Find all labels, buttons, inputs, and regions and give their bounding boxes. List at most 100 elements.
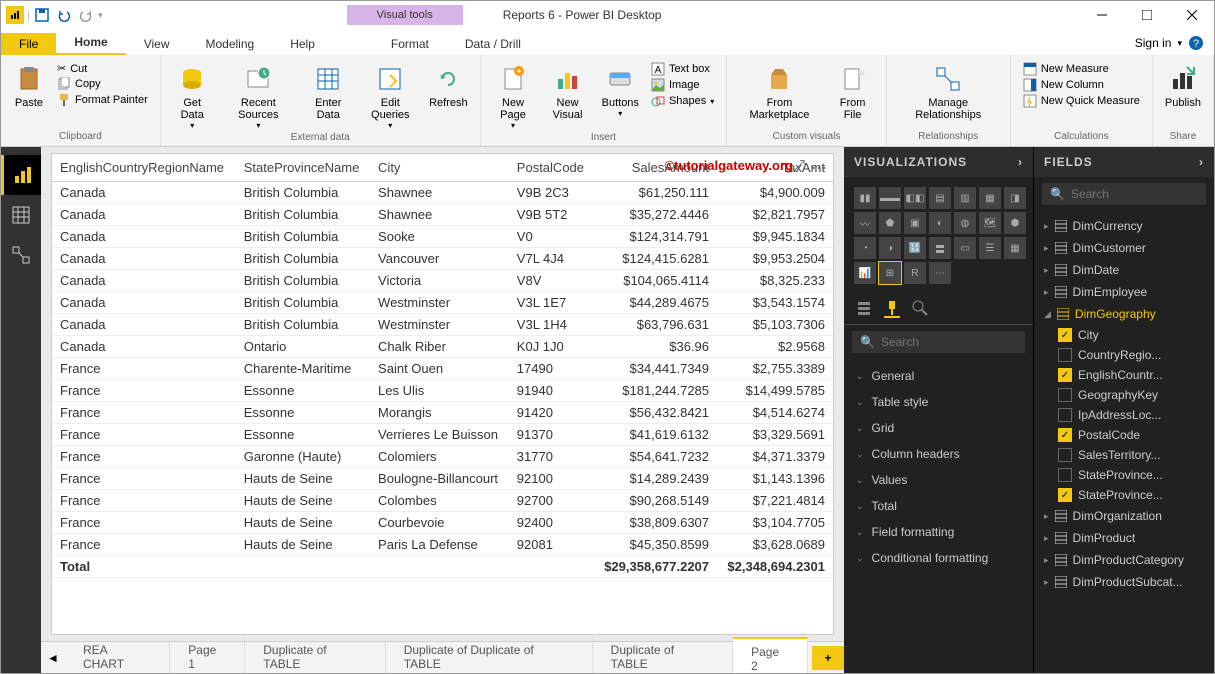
shapes-button[interactable]: Shapes▾ [647,93,718,109]
format-tab[interactable]: Format [373,33,447,55]
fields-header[interactable]: FIELDS› [1034,147,1214,177]
viz-type-icon[interactable]: 〓 [929,237,951,259]
image-button[interactable]: Image [647,77,718,93]
undo-icon[interactable] [54,5,74,25]
format-section[interactable]: ⌄Field formatting [844,519,1033,545]
field-table[interactable]: ◢DimGeography [1034,303,1214,325]
field-item[interactable]: SalesTerritory... [1034,445,1214,465]
file-tab[interactable]: File [1,33,56,55]
buttons-button[interactable]: Buttons▾ [598,61,643,120]
get-data-button[interactable]: Get Data▾ [169,61,216,132]
format-section[interactable]: ⌄Column headers [844,441,1033,467]
viz-type-icon[interactable]: 🗺 [979,212,1001,234]
report-view-icon[interactable] [1,155,41,195]
viz-type-icon[interactable]: ▬▬ [879,187,901,209]
field-item[interactable]: ✓City [1034,325,1214,345]
table-row[interactable]: CanadaBritish ColumbiaWestminsterV3L 1E7… [52,292,833,314]
field-table[interactable]: ▸DimCustomer [1034,237,1214,259]
viz-type-icon[interactable]: ◨ [1004,187,1026,209]
table-row[interactable]: CanadaOntarioChalk RiberK0J 1J0$36.96$2.… [52,336,833,358]
table-row[interactable]: CanadaBritish ColumbiaVictoriaV8V$104,06… [52,270,833,292]
table-row[interactable]: FranceEssonneMorangis91420$56,432.8421$4… [52,402,833,424]
add-page-button[interactable]: + [812,646,844,670]
page-tab[interactable]: Page 2 [733,637,808,674]
field-checkbox[interactable] [1058,468,1072,482]
table-row[interactable]: FranceEssonneVerrieres Le Buisson91370$4… [52,424,833,446]
page-tab[interactable]: Duplicate of TABLE [593,637,733,674]
format-section[interactable]: ⌄Total [844,493,1033,519]
field-item[interactable]: ✓StateProvince... [1034,485,1214,505]
viz-type-icon[interactable]: ▦ [979,187,1001,209]
viz-search[interactable]: 🔍 [852,331,1025,353]
copy-button[interactable]: Copy [53,76,152,92]
page-tab[interactable]: Duplicate of TABLE [245,637,385,674]
maximize-button[interactable] [1124,1,1169,29]
edit-queries-button[interactable]: Edit Queries▾ [360,61,422,132]
model-view-icon[interactable] [1,235,41,275]
page-tab[interactable]: REA CHART [65,637,170,674]
redo-icon[interactable] [76,5,96,25]
page-tab[interactable]: Duplicate of Duplicate of TABLE [386,637,593,674]
table-row[interactable]: FranceGaronne (Haute)Colomiers31770$54,6… [52,446,833,468]
fields-search[interactable]: 🔍 [1042,183,1206,205]
format-section[interactable]: ⌄Conditional formatting [844,545,1033,571]
viz-type-icon[interactable]: ▣ [904,212,926,234]
table-row[interactable]: CanadaBritish ColumbiaShawneeV9B 5T2$35,… [52,204,833,226]
scroll-left-icon[interactable]: ◄ [41,651,65,665]
paste-button[interactable]: Paste [9,61,49,111]
field-checkbox[interactable]: ✓ [1058,368,1072,382]
column-header[interactable]: PostalCode [509,154,594,182]
field-table[interactable]: ▸DimCurrency [1034,215,1214,237]
field-table[interactable]: ▸DimProductSubcat... [1034,571,1214,593]
field-item[interactable]: ✓PostalCode [1034,425,1214,445]
field-checkbox[interactable]: ✓ [1058,328,1072,342]
publish-button[interactable]: Publish [1161,61,1205,111]
new-column-button[interactable]: New Column [1019,77,1144,93]
field-checkbox[interactable]: ✓ [1058,428,1072,442]
enter-data-button[interactable]: Enter Data [301,61,356,123]
table-row[interactable]: CanadaBritish ColumbiaVancouverV7L 4J4$1… [52,248,833,270]
viz-type-icon[interactable]: ▦ [1004,237,1026,259]
table-row[interactable]: FranceHauts de SeineColombes92700$90,268… [52,490,833,512]
field-checkbox[interactable] [1058,408,1072,422]
recent-sources-button[interactable]: Recent Sources▾ [220,61,297,132]
table-row[interactable]: FranceEssonneLes Ulis91940$181,244.7285$… [52,380,833,402]
viz-type-icon[interactable]: ▮▮ [854,187,876,209]
view-tab[interactable]: View [126,33,188,55]
field-item[interactable]: StateProvince... [1034,465,1214,485]
new-visual-button[interactable]: New Visual [541,61,593,123]
viz-type-icon[interactable]: 🔢 [904,237,926,259]
viz-type-icon[interactable]: ▥ [954,187,976,209]
format-painter-button[interactable]: Format Painter [53,92,152,108]
help-icon[interactable]: ? [1188,35,1204,51]
format-section[interactable]: ⌄Table style [844,389,1033,415]
column-header[interactable]: City [370,154,509,182]
table-row[interactable]: FranceCharente-MaritimeSaint Ouen17490$3… [52,358,833,380]
table-row[interactable]: CanadaBritish ColumbiaSookeV0$124,314.79… [52,226,833,248]
column-header[interactable]: StateProvinceName [236,154,370,182]
table-visual[interactable]: ©tutorialgateway.org ⤢ ⋯ EnglishCountryR… [51,153,834,635]
minimize-button[interactable] [1079,1,1124,29]
viz-type-icon[interactable]: ◔ [854,237,876,259]
field-table[interactable]: ▸DimProduct [1034,527,1214,549]
field-table[interactable]: ▸DimDate [1034,259,1214,281]
help-tab[interactable]: Help [272,33,333,55]
viz-type-icon[interactable]: ⬢ [1004,212,1026,234]
table-row[interactable]: FranceHauts de SeineBoulogne-Billancourt… [52,468,833,490]
new-page-button[interactable]: ✦New Page▾ [489,61,538,132]
viz-type-icon[interactable]: ⋯ [929,262,951,284]
viz-type-icon[interactable]: ◑ [879,237,901,259]
format-section[interactable]: ⌄Values [844,467,1033,493]
viz-type-icon[interactable]: ▤ [929,187,951,209]
viz-type-icon[interactable]: 📊 [854,262,876,284]
field-checkbox[interactable] [1058,448,1072,462]
viz-type-icon[interactable]: 〰 [854,212,876,234]
visualizations-header[interactable]: VISUALIZATIONS› [844,147,1033,177]
viz-type-icon[interactable]: ◧◧ [904,187,926,209]
table-row[interactable]: CanadaBritish ColumbiaWestminsterV3L 1H4… [52,314,833,336]
viz-type-icon[interactable]: ◐ [929,212,951,234]
viz-type-icon[interactable]: R [904,262,926,284]
more-options-icon[interactable]: ⋯ [811,158,827,178]
field-table[interactable]: ▸DimProductCategory [1034,549,1214,571]
textbox-button[interactable]: AText box [647,61,718,77]
